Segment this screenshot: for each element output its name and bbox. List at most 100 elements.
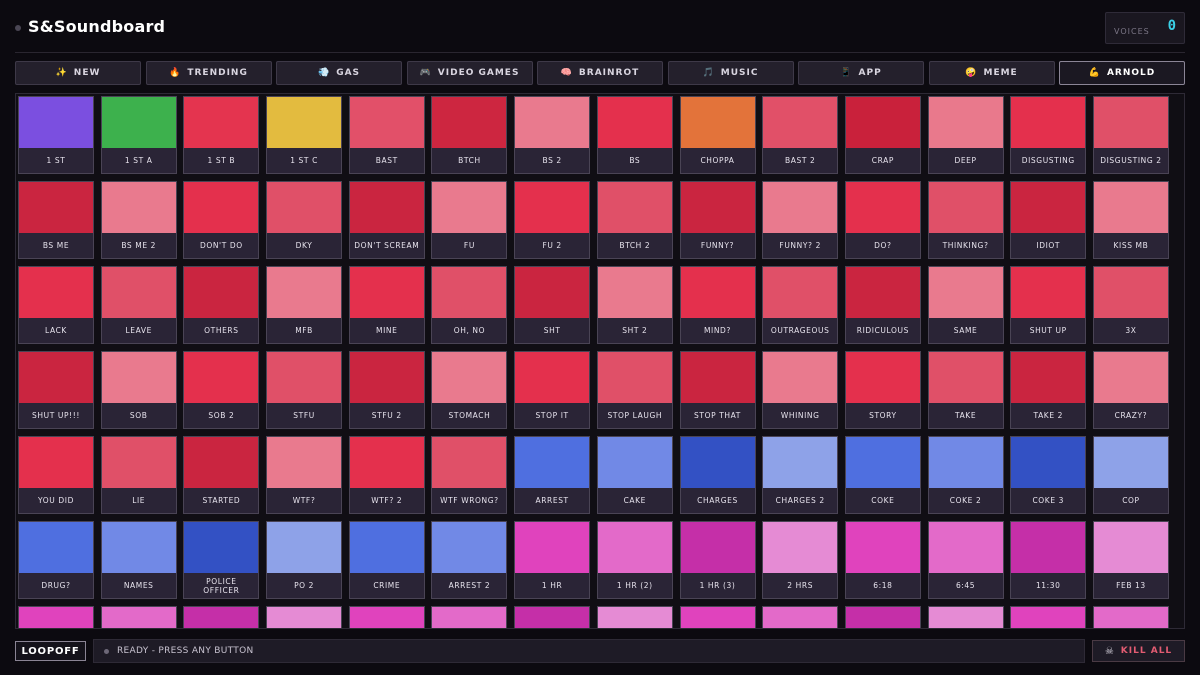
sound-pad[interactable]: COKE 3 <box>1010 436 1087 514</box>
sound-pad[interactable]: DO? <box>844 181 921 259</box>
sound-pad[interactable] <box>348 606 425 628</box>
sound-pad[interactable]: POLICE OFFICER <box>183 521 260 599</box>
sound-pad[interactable] <box>1010 606 1087 628</box>
sound-pad[interactable]: BTCH <box>431 96 508 174</box>
sound-pad[interactable] <box>431 606 508 628</box>
sound-pad[interactable]: WTF WRONG? <box>431 436 508 514</box>
sound-pad[interactable]: SHUT UP!!! <box>18 351 94 429</box>
sound-pad[interactable]: 1 ST C <box>266 96 343 174</box>
tab-video-games[interactable]: 🎮 VIDEO GAMES <box>406 61 533 85</box>
sound-pad[interactable]: BTCH 2 <box>596 181 673 259</box>
sound-pad[interactable]: OUTRAGEOUS <box>762 266 839 344</box>
sound-pad[interactable]: STFU 2 <box>348 351 425 429</box>
tab-gas[interactable]: 💨 GAS <box>276 61 402 85</box>
sound-pad[interactable]: 1 HR (2) <box>596 521 673 599</box>
sound-pad[interactable]: WTF? 2 <box>348 436 425 514</box>
sound-pad[interactable]: 2 HRS <box>762 521 839 599</box>
sound-pad[interactable] <box>100 606 177 628</box>
sound-pad[interactable]: COKE 2 <box>927 436 1004 514</box>
soundboard-grid-container[interactable]: 1 ST 1 ST A 1 ST B 1 ST C BAST BTCH BS 2 BS CHOP… <box>15 93 1185 629</box>
sound-pad[interactable]: LACK <box>18 266 94 344</box>
sound-pad[interactable]: TAKE <box>927 351 1004 429</box>
sound-pad[interactable]: FU 2 <box>514 181 591 259</box>
sound-pad[interactable]: COP <box>1092 436 1169 514</box>
sound-pad[interactable]: THINKING? <box>927 181 1004 259</box>
tab-new[interactable]: ✨ NEW <box>15 61 141 85</box>
sound-pad[interactable]: OH, NO <box>431 266 508 344</box>
sound-pad[interactable] <box>18 606 94 628</box>
sound-pad[interactable]: SOB 2 <box>183 351 260 429</box>
sound-pad[interactable]: ARREST <box>514 436 591 514</box>
sound-pad[interactable]: SOB <box>100 351 177 429</box>
sound-pad[interactable]: 1 ST A <box>100 96 177 174</box>
sound-pad[interactable] <box>679 606 756 628</box>
sound-pad[interactable]: 1 ST <box>18 96 94 174</box>
sound-pad[interactable]: STOP THAT <box>679 351 756 429</box>
sound-pad[interactable]: MINE <box>348 266 425 344</box>
sound-pad[interactable]: SHUT UP <box>1010 266 1087 344</box>
kill-all-button[interactable]: ☠ KILL ALL <box>1092 640 1185 662</box>
sound-pad[interactable]: RIDICULOUS <box>844 266 921 344</box>
sound-pad[interactable]: 1 HR <box>514 521 591 599</box>
sound-pad[interactable]: 1 HR (3) <box>679 521 756 599</box>
sound-pad[interactable]: FUNNY? <box>679 181 756 259</box>
sound-pad[interactable]: CRIME <box>348 521 425 599</box>
sound-pad[interactable]: LIE <box>100 436 177 514</box>
sound-pad[interactable]: STOMACH <box>431 351 508 429</box>
sound-pad[interactable]: BS ME <box>18 181 94 259</box>
sound-pad[interactable]: DON'T DO <box>183 181 260 259</box>
sound-pad[interactable]: OTHERS <box>183 266 260 344</box>
tab-trending[interactable]: 🔥 TRENDING <box>145 61 272 85</box>
sound-pad[interactable]: IDIOT <box>1010 181 1087 259</box>
tab-music[interactable]: 🎵 MUSIC <box>667 61 794 85</box>
sound-pad[interactable]: NAMES <box>100 521 177 599</box>
sound-pad[interactable]: STOP IT <box>514 351 591 429</box>
sound-pad[interactable]: SHT 2 <box>596 266 673 344</box>
sound-pad[interactable]: BS ME 2 <box>100 181 177 259</box>
sound-pad[interactable] <box>596 606 673 628</box>
sound-pad[interactable]: STARTED <box>183 436 260 514</box>
sound-pad[interactable]: 3X <box>1092 266 1169 344</box>
sound-pad[interactable]: 1 ST B <box>183 96 260 174</box>
sound-pad[interactable]: BAST <box>348 96 425 174</box>
sound-pad[interactable]: DEEP <box>927 96 1004 174</box>
sound-pad[interactable]: STOP LAUGH <box>596 351 673 429</box>
sound-pad[interactable]: MFB <box>266 266 343 344</box>
sound-pad[interactable]: CRAP <box>844 96 921 174</box>
sound-pad[interactable]: PO 2 <box>266 521 343 599</box>
sound-pad[interactable]: ARREST 2 <box>431 521 508 599</box>
sound-pad[interactable]: CAKE <box>596 436 673 514</box>
sound-pad[interactable]: DON'T SCREAM <box>348 181 425 259</box>
sound-pad[interactable]: 11:30 <box>1010 521 1087 599</box>
tab-meme[interactable]: 🤪 MEME <box>928 61 1055 85</box>
sound-pad[interactable]: WTF? <box>266 436 343 514</box>
sound-pad[interactable]: BS <box>596 96 673 174</box>
tab-brainrot[interactable]: 🧠 BRAINROT <box>537 61 663 85</box>
sound-pad[interactable]: 6:18 <box>844 521 921 599</box>
sound-pad[interactable]: MIND? <box>679 266 756 344</box>
sound-pad[interactable] <box>1092 606 1169 628</box>
sound-pad[interactable]: YOU DID <box>18 436 94 514</box>
sound-pad[interactable]: STORY <box>844 351 921 429</box>
sound-pad[interactable] <box>183 606 260 628</box>
sound-pad[interactable]: DISGUSTING 2 <box>1092 96 1169 174</box>
sound-pad[interactable]: SHT <box>514 266 591 344</box>
sound-pad[interactable]: BS 2 <box>514 96 591 174</box>
sound-pad[interactable]: FU <box>431 181 508 259</box>
loop-toggle-button[interactable]: LOOPOFF <box>15 641 86 661</box>
sound-pad[interactable]: CRAZY? <box>1092 351 1169 429</box>
sound-pad[interactable]: 6:45 <box>927 521 1004 599</box>
sound-pad[interactable]: CHARGES 2 <box>762 436 839 514</box>
sound-pad[interactable]: DISGUSTING <box>1010 96 1087 174</box>
sound-pad[interactable]: BAST 2 <box>762 96 839 174</box>
sound-pad[interactable] <box>266 606 343 628</box>
sound-pad[interactable]: KISS MB <box>1092 181 1169 259</box>
sound-pad[interactable]: DKY <box>266 181 343 259</box>
sound-pad[interactable]: FEB 13 <box>1092 521 1169 599</box>
tab-arnold[interactable]: 💪 ARNOLD <box>1059 61 1185 85</box>
sound-pad[interactable]: LEAVE <box>100 266 177 344</box>
sound-pad[interactable]: FUNNY? 2 <box>762 181 839 259</box>
sound-pad[interactable] <box>514 606 591 628</box>
sound-pad[interactable] <box>844 606 921 628</box>
sound-pad[interactable]: COKE <box>844 436 921 514</box>
